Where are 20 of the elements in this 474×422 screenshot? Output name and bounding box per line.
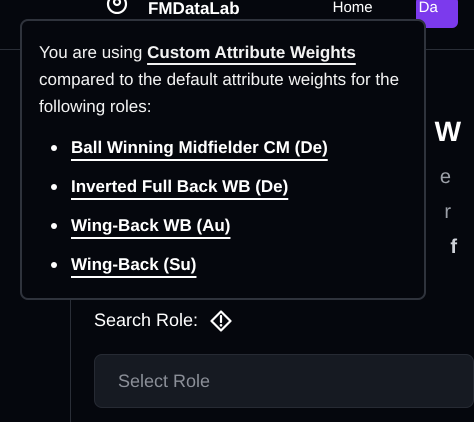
description-text: r xyxy=(444,200,451,225)
description-text: f xyxy=(450,235,457,260)
role-link[interactable]: Wing-Back WB (Au) xyxy=(71,212,230,238)
role-link[interactable]: Inverted Full Back WB (De) xyxy=(71,174,288,200)
bullet-icon xyxy=(51,184,57,190)
page-heading: W xyxy=(434,115,461,149)
bullet-icon xyxy=(51,222,57,228)
nav-link[interactable]: Home xyxy=(332,0,373,16)
bullet-icon xyxy=(51,144,57,150)
tooltip-text: You are using Custom Attribute Weights compared to the default attribute weights for the following roles: xyxy=(39,42,400,118)
bullet-icon xyxy=(51,262,57,268)
logo-icon xyxy=(104,0,130,14)
role-link[interactable]: Ball Winning Midfielder CM (De) xyxy=(71,134,328,160)
brand-name: FMDataLab xyxy=(148,0,240,17)
info-diamond-icon xyxy=(210,310,232,332)
description-text: e xyxy=(440,165,451,190)
role-select-field[interactable]: Select Role xyxy=(94,354,474,408)
nav-link[interactable]: Da xyxy=(416,0,458,28)
search-label: Search Role: xyxy=(94,309,198,332)
role-link[interactable]: Wing-Back (Su) xyxy=(71,252,196,278)
